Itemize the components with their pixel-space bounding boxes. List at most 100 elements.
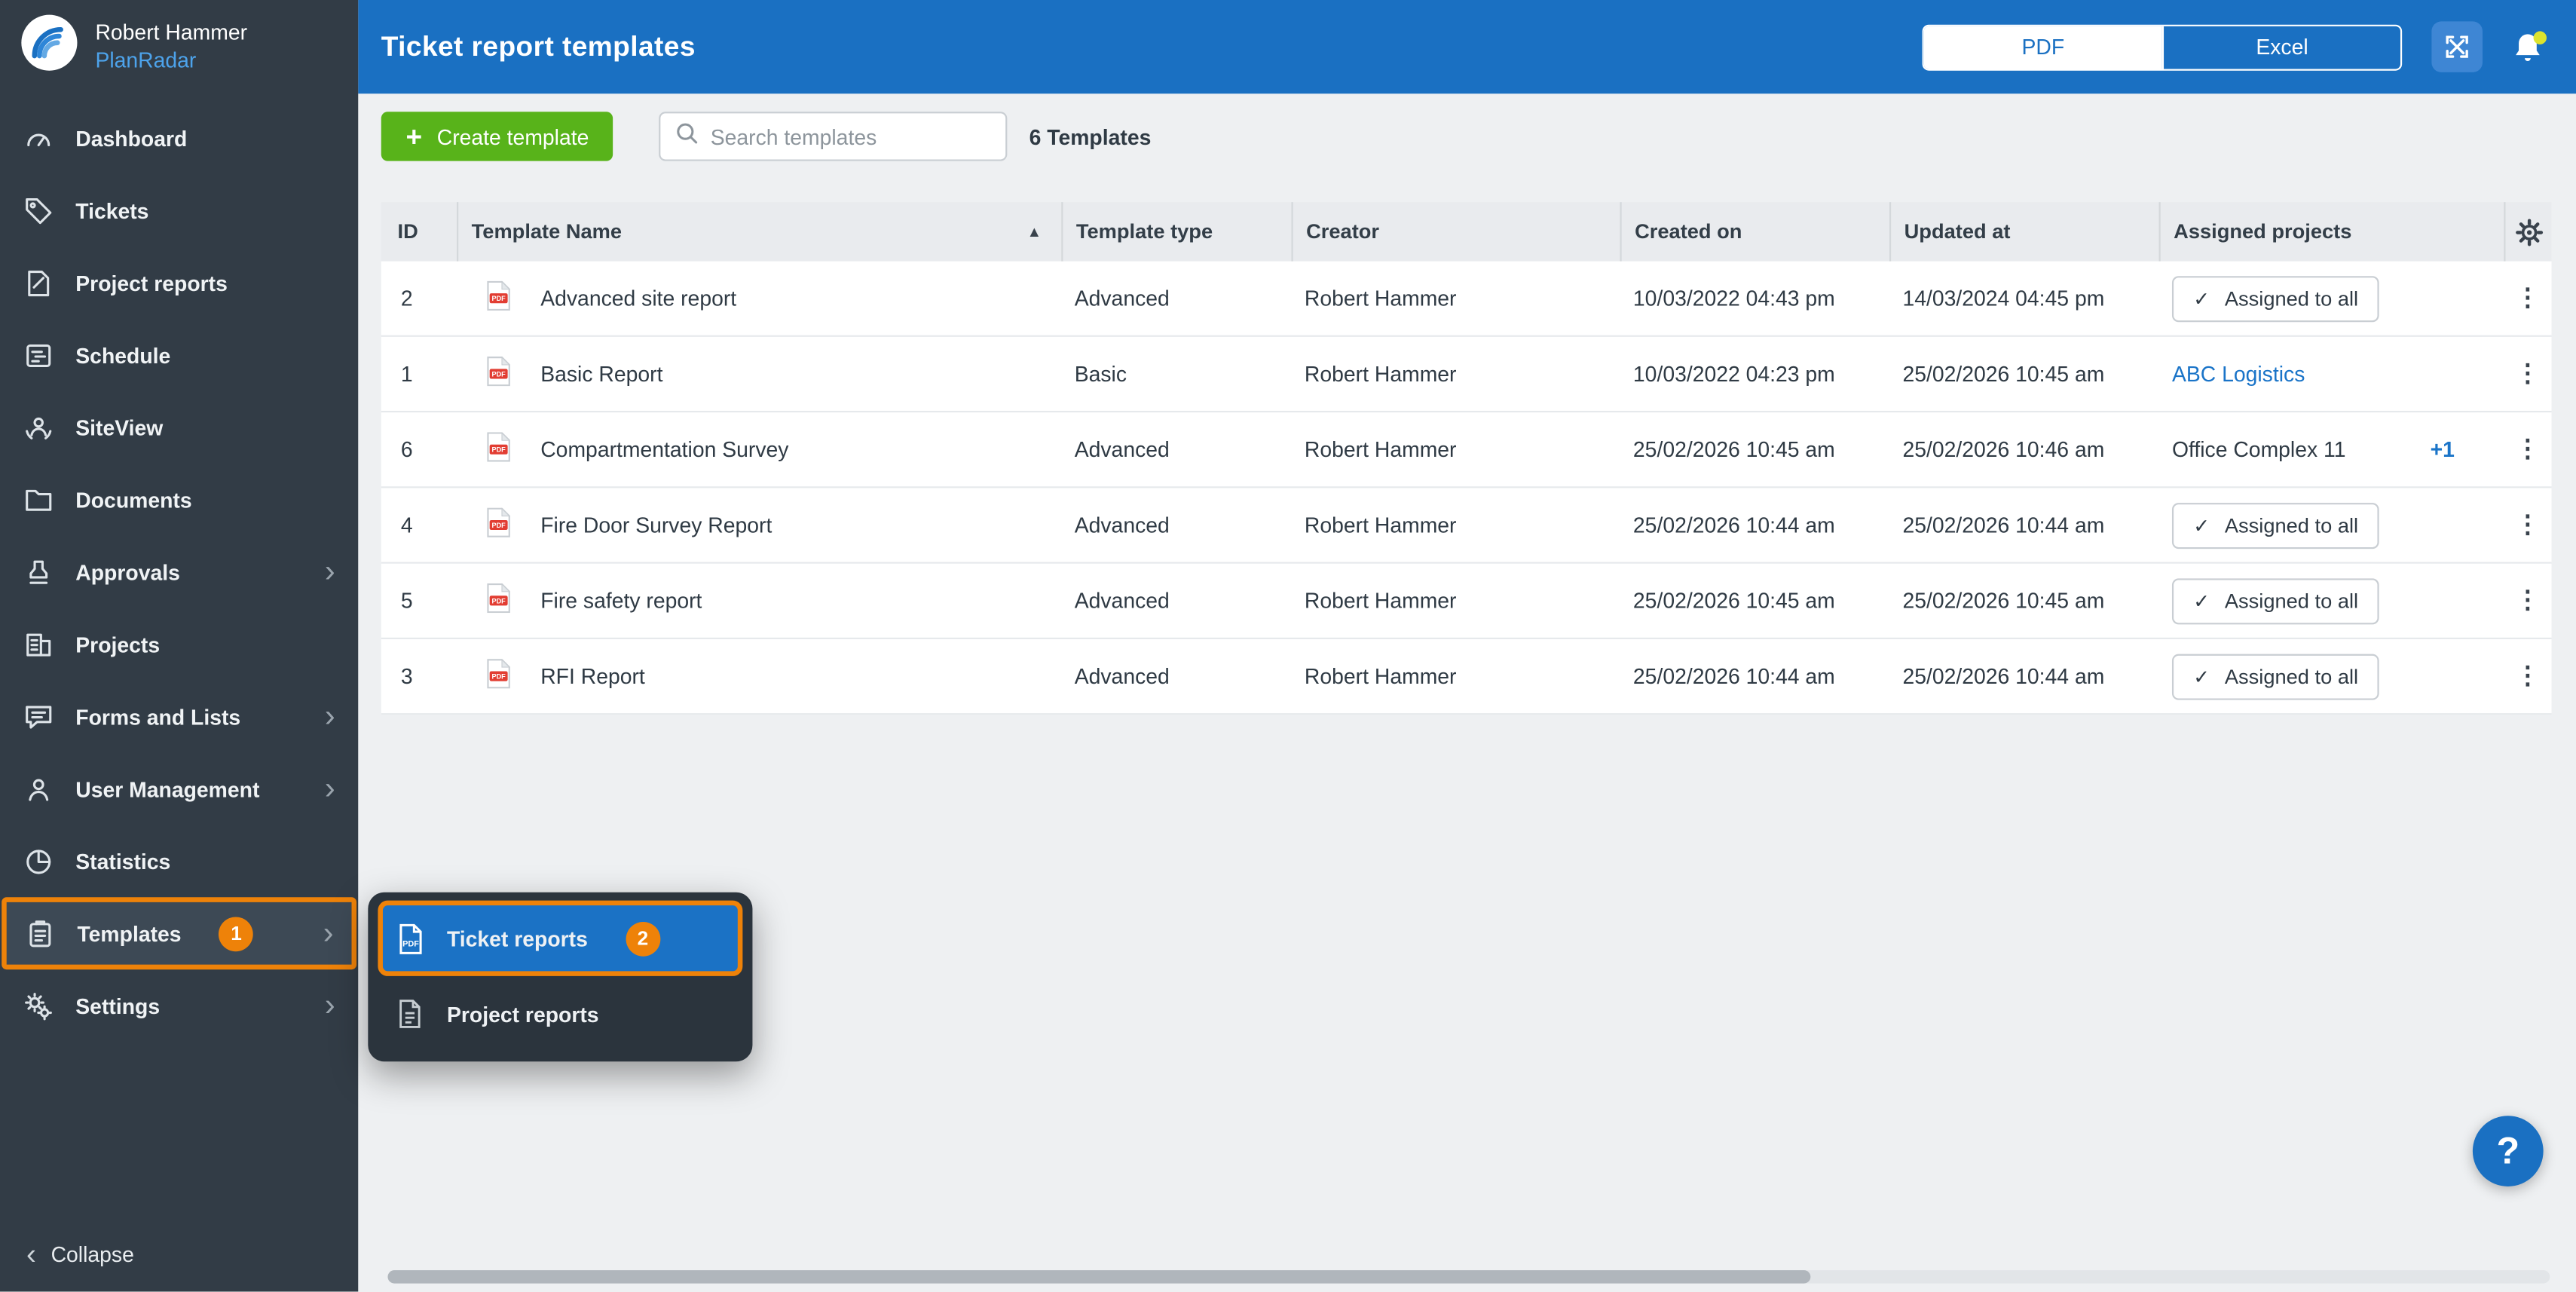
table-header-row: ID Template Name ▲ Template type Creator… <box>381 202 2552 261</box>
search-input[interactable] <box>711 124 992 149</box>
chevron-left-icon: ‹ <box>26 1239 36 1269</box>
pdf-toggle-button[interactable]: PDF <box>1924 26 2162 69</box>
sidebar-item-forms-and-lists[interactable]: Forms and Lists › <box>0 681 358 753</box>
header-assigned-projects[interactable]: Assigned projects <box>2159 202 2504 261</box>
assigned-to-all-button[interactable]: ✓Assigned to all <box>2172 654 2379 700</box>
page-title: Ticket report templates <box>381 30 696 63</box>
excel-toggle-button[interactable]: Excel <box>2162 26 2400 69</box>
topbar: Ticket report templates PDF Excel <box>358 0 2576 93</box>
assigned-project-link[interactable]: ABC Logistics <box>2172 362 2305 387</box>
collapse-label: Collapse <box>51 1241 134 1266</box>
step-badge: 2 <box>626 921 660 956</box>
cell-template-name: PDF RFI Report <box>457 659 1061 693</box>
row-menu-kebab-icon[interactable]: ⋮ <box>2516 513 2541 537</box>
cell-creator: Robert Hammer <box>1291 362 1620 387</box>
check-icon: ✓ <box>2193 513 2210 537</box>
flyout-item-label: Ticket reports <box>447 926 588 951</box>
cell-created-on: 25/02/2026 10:45 am <box>1620 437 1889 462</box>
chevron-right-icon: › <box>325 990 335 1021</box>
table-row[interactable]: 5 PDF Fire safety report Advanced <box>381 564 2552 639</box>
sidebar-item-user-management[interactable]: User Management › <box>0 752 358 825</box>
table-row[interactable]: 4 PDF Fire Door Survey Report Adv <box>381 488 2552 563</box>
horizontal-scrollbar[interactable] <box>387 1270 2550 1283</box>
cell-template-type: Advanced <box>1061 588 1291 613</box>
cell-template-type: Advanced <box>1061 513 1291 537</box>
notifications-bell-icon[interactable] <box>2512 30 2543 63</box>
template-name: Fire safety report <box>540 588 702 613</box>
project-reports-icon <box>23 267 54 298</box>
sidebar-item-approvals[interactable]: Approvals › <box>0 536 358 608</box>
svg-text:PDF: PDF <box>491 673 506 681</box>
user-name: Robert Hammer <box>95 20 247 44</box>
help-button[interactable]: ? <box>2473 1116 2544 1186</box>
cell-created-on: 25/02/2026 10:44 am <box>1620 664 1889 689</box>
cell-actions: ⋮ <box>2504 362 2551 387</box>
check-icon: ✓ <box>2193 589 2210 613</box>
sidebar-item-tickets[interactable]: Tickets <box>0 174 358 246</box>
table-row[interactable]: 2 PDF Advanced site report Advanc <box>381 262 2552 337</box>
assigned-to-all-button[interactable]: ✓Assigned to all <box>2172 502 2379 548</box>
tickets-icon <box>23 194 54 225</box>
svg-text:PDF: PDF <box>491 295 506 302</box>
cell-actions: ⋮ <box>2504 286 2551 311</box>
sidebar-item-project-reports[interactable]: Project reports <box>0 246 358 319</box>
row-menu-kebab-icon[interactable]: ⋮ <box>2516 664 2541 689</box>
cell-updated-at: 25/02/2026 10:44 am <box>1889 513 2159 537</box>
table-row[interactable]: 1 PDF Basic Report Basic <box>381 337 2552 412</box>
table-row[interactable]: 3 PDF RFI Report Advanced <box>381 639 2552 715</box>
header-updated-at[interactable]: Updated at <box>1889 202 2159 261</box>
pdf-icon: PDF <box>486 508 511 543</box>
sidebar-item-projects[interactable]: Projects <box>0 608 358 681</box>
cell-id: 2 <box>381 286 457 311</box>
users-icon <box>23 773 54 804</box>
svg-text:PDF: PDF <box>491 522 506 529</box>
cell-assigned-projects: ABC Logistics <box>2159 362 2504 387</box>
brand-name[interactable]: PlanRadar <box>95 47 247 72</box>
row-menu-kebab-icon[interactable]: ⋮ <box>2516 362 2541 387</box>
header-created-on[interactable]: Created on <box>1620 202 1889 261</box>
cell-creator: Robert Hammer <box>1291 664 1620 689</box>
cell-assigned-projects: ✓Assigned to all <box>2159 577 2504 623</box>
cell-creator: Robert Hammer <box>1291 513 1620 537</box>
cell-created-on: 25/02/2026 10:44 am <box>1620 513 1889 537</box>
sidebar-menu: Dashboard Tickets Project reports Sche <box>0 102 358 1042</box>
row-menu-kebab-icon[interactable]: ⋮ <box>2516 286 2541 311</box>
apps-icon[interactable] <box>2431 21 2483 72</box>
flyout-item-ticket-reports[interactable]: PDF Ticket reports 2 <box>378 901 742 976</box>
flyout-item-project-reports[interactable]: Project reports <box>378 981 742 1046</box>
sidebar-item-statistics[interactable]: Statistics <box>0 825 358 897</box>
table-row[interactable]: 6 PDF Compartmentation Survey Adv <box>381 412 2552 488</box>
assigned-to-all-button[interactable]: ✓Assigned to all <box>2172 275 2379 321</box>
sidebar-item-label: Documents <box>75 487 191 512</box>
header-id[interactable]: ID <box>381 202 457 261</box>
sidebar-item-documents[interactable]: Documents <box>0 464 358 536</box>
header-template-name[interactable]: Template Name ▲ <box>457 202 1061 261</box>
app-window: Robert Hammer PlanRadar Dashboard Ticket… <box>0 0 2576 1291</box>
cell-assigned-projects: ✓Assigned to all <box>2159 502 2504 548</box>
collapse-button[interactable]: ‹ Collapse <box>0 1229 161 1278</box>
search-box <box>659 112 1008 161</box>
table-body: 2 PDF Advanced site report Advanc <box>381 262 2552 715</box>
column-settings-gear-icon[interactable] <box>2504 202 2551 261</box>
sidebar-item-siteview[interactable]: SiteView <box>0 391 358 464</box>
scrollbar-thumb[interactable] <box>387 1270 1810 1283</box>
header-template-type[interactable]: Template type <box>1061 202 1291 261</box>
template-name: RFI Report <box>540 664 645 689</box>
sidebar-item-settings[interactable]: Settings › <box>0 969 358 1042</box>
row-menu-kebab-icon[interactable]: ⋮ <box>2516 437 2541 462</box>
sidebar-item-schedule[interactable]: Schedule <box>0 319 358 391</box>
templates-flyout: PDF Ticket reports 2 Project reports <box>368 892 752 1062</box>
sidebar-item-templates[interactable]: Templates 1 › <box>2 897 356 969</box>
cell-updated-at: 25/02/2026 10:45 am <box>1889 362 2159 387</box>
sidebar-item-dashboard[interactable]: Dashboard <box>0 102 358 174</box>
cell-actions: ⋮ <box>2504 437 2551 462</box>
sidebar-item-label: Settings <box>75 993 160 1018</box>
cell-updated-at: 14/03/2024 04:45 pm <box>1889 286 2159 311</box>
cell-template-type: Advanced <box>1061 437 1291 462</box>
assigned-to-all-button[interactable]: ✓Assigned to all <box>2172 577 2379 623</box>
assigned-more-link[interactable]: +1 <box>2431 437 2491 462</box>
create-template-button[interactable]: + Create template <box>381 112 613 161</box>
header-creator[interactable]: Creator <box>1291 202 1620 261</box>
cell-actions: ⋮ <box>2504 513 2551 537</box>
row-menu-kebab-icon[interactable]: ⋮ <box>2516 588 2541 613</box>
